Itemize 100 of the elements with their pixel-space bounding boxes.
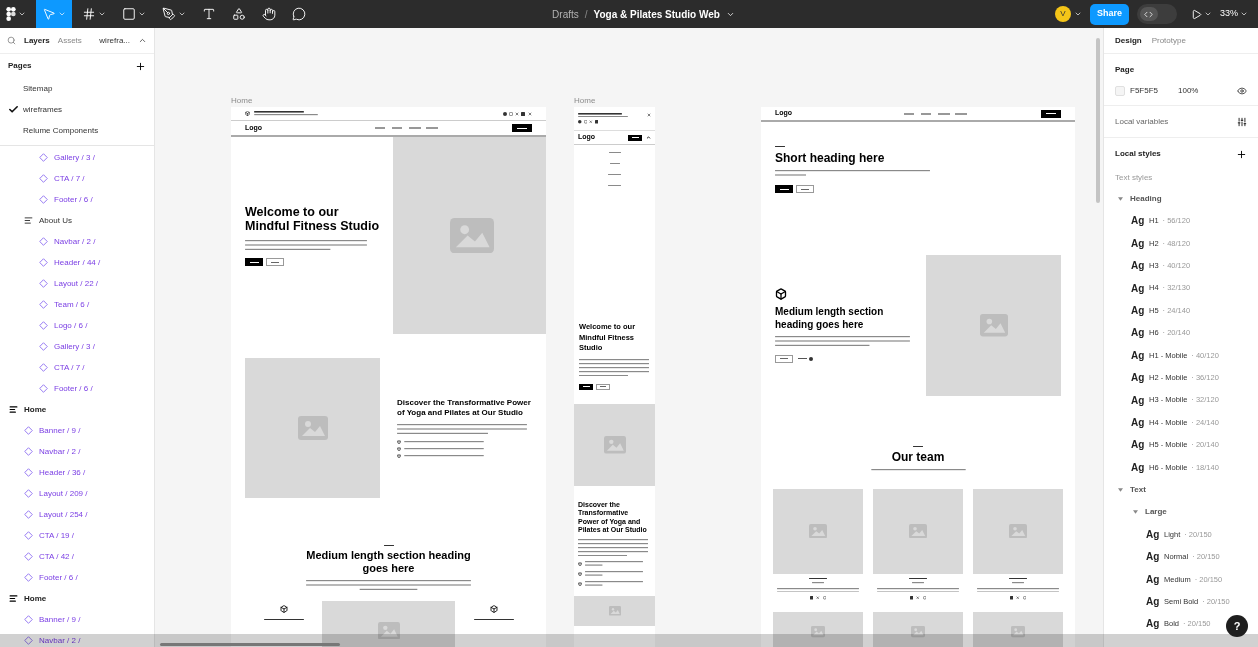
text-lines-drawing [263,618,304,620]
style-group[interactable]: Text [1118,482,1146,498]
add-icon[interactable] [135,60,146,72]
style-group[interactable]: Large [1133,504,1167,520]
layer-item[interactable]: Footer / 6 / [0,189,154,210]
chevron-down-icon [18,10,26,18]
panel-tab[interactable]: Prototype [1151,34,1186,47]
text-lines-drawing [578,538,648,557]
linkedin-icon [809,596,814,600]
x-icon [816,596,820,600]
cube-icon [578,581,582,586]
layer-item[interactable]: CTA / 7 / [0,168,154,189]
component-icon [39,174,48,183]
local-variables-label[interactable]: Local variables [1115,115,1169,128]
opacity-value[interactable]: 100% [1178,85,1199,97]
pen-icon [162,7,176,21]
layer-item[interactable]: Navbar / 2 / [0,231,154,252]
present-button[interactable] [1191,8,1212,20]
chevron-down-icon [138,10,146,18]
code-icon [1144,9,1154,19]
linkedin-icon [909,596,914,600]
text-lines-drawing [608,184,621,187]
component-icon [39,153,48,162]
component-icon [39,195,48,204]
image-icon [450,217,494,254]
page-switcher[interactable]: wirefra... [99,34,147,47]
text-lines-drawing [585,561,643,567]
style-preview: Ag [1131,281,1145,296]
panel-tab[interactable]: Layers [24,34,50,47]
chevron-down-icon[interactable] [1073,10,1082,18]
section-title: Local styles [1115,148,1161,160]
image-icon [909,524,927,539]
cube-icon [397,454,401,459]
layer-item[interactable]: Banner / 9 / [0,420,154,441]
scrollbar-thumb[interactable] [160,643,340,646]
horizontal-scrollbar[interactable] [0,634,1258,647]
facebook-icon [503,111,507,116]
image-icon [1011,626,1025,638]
layer-item[interactable]: Navbar / 2 / [0,630,154,647]
heading: Discover the Transformative Power of Yoga and Pilates at Our Studio [397,397,532,419]
linkedin-icon [1009,596,1014,600]
file-name[interactable]: Yoga & Pilates Studio Web [593,6,720,22]
layer-item[interactable]: Footer / 6 / [0,378,154,399]
layer-item[interactable]: Header / 36 / [0,462,154,483]
instagram-icon [509,111,513,116]
layer-item[interactable]: CTA / 19 / [0,525,154,546]
layer-item[interactable]: CTA / 7 / [0,357,154,378]
component-icon [39,237,48,246]
layer-item[interactable]: Footer / 6 / [0,567,154,588]
x-icon [916,596,920,600]
x-icon [515,111,519,116]
layer-item[interactable]: Layout / 209 / [0,483,154,504]
scrollbar-thumb[interactable] [1096,38,1100,203]
panel-tab[interactable]: Design [1115,34,1142,47]
lines-icon [24,216,33,225]
heading: Short heading here [775,151,886,166]
component-icon [24,636,33,645]
breadcrumb-separator: / [584,7,588,22]
component-icon [39,279,48,288]
sliders-icon[interactable] [1237,116,1247,127]
square-icon [122,7,136,21]
cube-icon [397,447,401,452]
component-icon [39,321,48,330]
layer-item[interactable]: CTA / 42 / [0,546,154,567]
layer-item[interactable]: Layout / 254 / [0,504,154,525]
layer-item[interactable]: Logo / 6 / [0,315,154,336]
layer-item[interactable]: Home [0,588,154,609]
layer-item[interactable]: Gallery / 3 / [0,147,154,168]
text-lines-drawing [585,571,643,577]
user-avatar[interactable]: V [1054,6,1071,22]
layer-item[interactable]: About Us [0,210,154,231]
style-preview: Ag [1131,438,1145,453]
breadcrumb-link[interactable]: Drafts [552,6,579,22]
layer-item[interactable]: Team / 6 / [0,294,154,315]
code-toggle[interactable] [1137,4,1177,24]
section-title: Pages [8,60,32,72]
add-icon[interactable] [1236,148,1247,160]
play-icon [1191,8,1202,20]
zoom-menu[interactable]: 33% [1220,7,1248,21]
layer-item[interactable]: Layout / 22 / [0,273,154,294]
component-icon [24,489,33,498]
layer-item[interactable]: Home [0,399,154,420]
lines-icon [9,405,18,414]
panel-tab[interactable]: Assets [57,34,82,47]
search-icon[interactable] [7,36,16,45]
caret-down-icon [1118,487,1123,492]
layer-item[interactable]: Gallery / 3 / [0,336,154,357]
style-group[interactable]: Heading [1118,191,1162,206]
layer-item[interactable]: Header / 44 / [0,252,154,273]
component-icon [24,468,33,477]
eye-icon[interactable] [1237,86,1247,96]
layer-item[interactable]: Banner / 9 / [0,609,154,630]
page-item[interactable]: Relume Components [0,120,154,141]
component-icon [39,363,48,372]
instagram-icon [583,120,587,124]
page-item[interactable]: wireframes [0,99,154,120]
color-value[interactable]: F5F5F5 [1130,85,1178,97]
layer-item[interactable]: Navbar / 2 / [0,441,154,462]
page-item[interactable]: Sitemap [0,78,154,99]
color-swatch[interactable] [1115,86,1125,96]
